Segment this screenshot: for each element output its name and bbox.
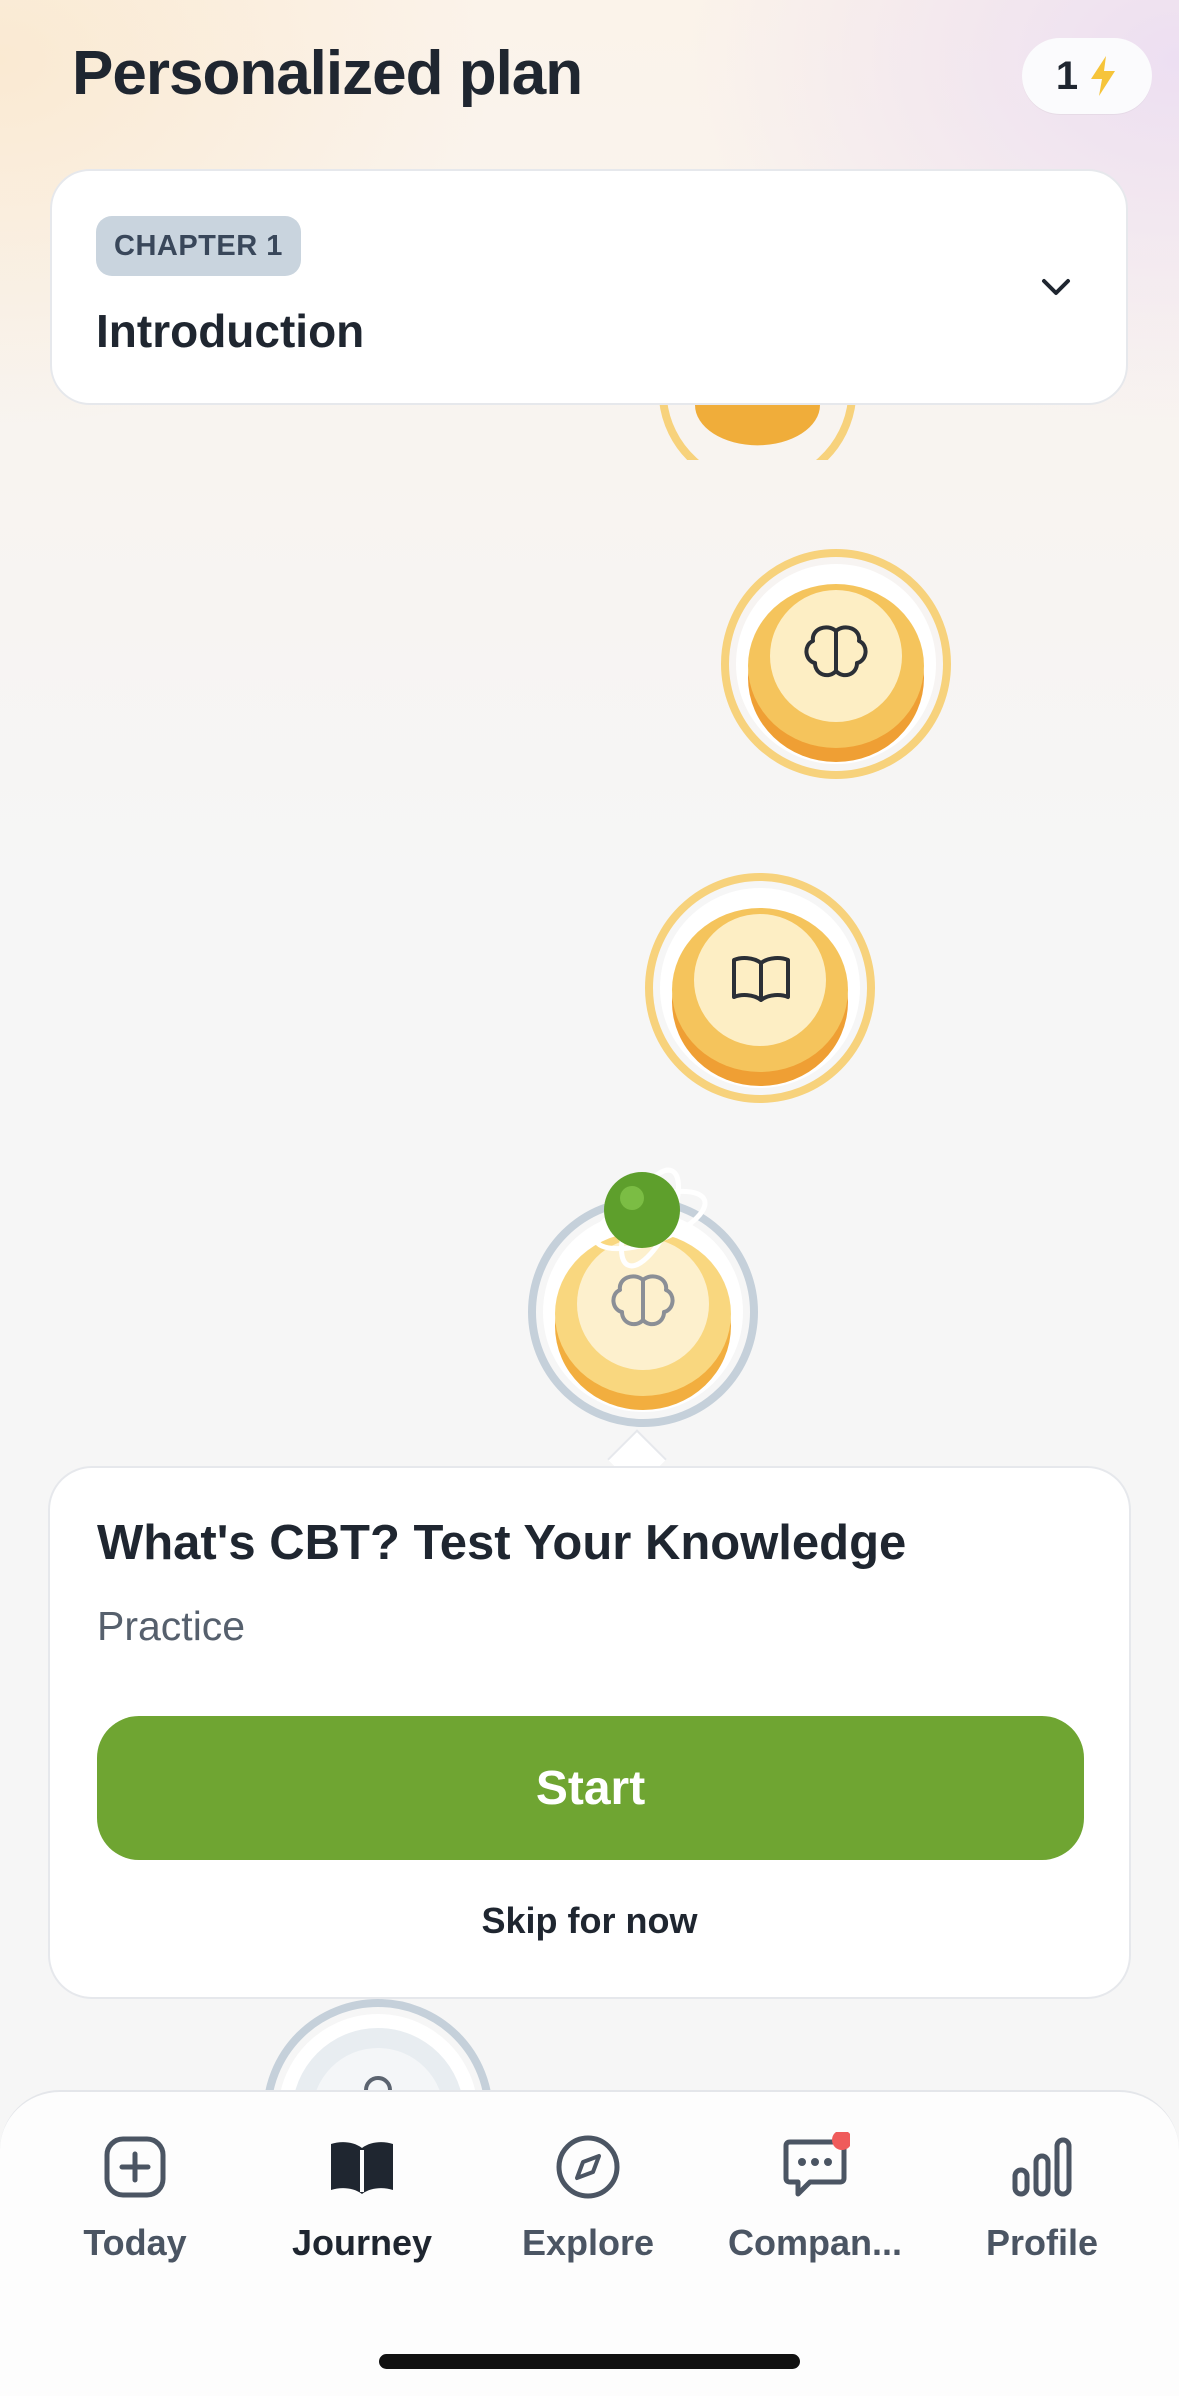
tab-label: Profile [985,2222,1099,2263]
tab-bar: Today Journey Explore Compan... Profile [0,2090,1179,2396]
bar-chart-icon [1012,2137,1072,2197]
skip-button[interactable]: Skip for now [50,1900,1129,1942]
streak-counter[interactable]: 1 [1022,38,1152,114]
book-open-icon [732,956,790,1002]
tab-companion[interactable]: Compan... [700,2132,930,2282]
home-indicator [379,2354,800,2369]
chevron-down-icon[interactable] [1036,267,1076,307]
chat-bubble-icon [783,2132,850,2197]
chapter-badge: CHAPTER 1 [96,216,301,276]
lesson-popup: What's CBT? Test Your Knowledge Practice… [48,1466,1131,1999]
mascot-avatar [592,1167,708,1269]
tab-explore[interactable]: Explore [473,2132,703,2282]
chapter-card[interactable]: CHAPTER 1 Introduction [50,169,1128,405]
tab-label: Journey [291,2222,433,2263]
compass-icon [556,2135,620,2199]
chapter-title: Introduction [96,305,365,357]
tab-label: Compan... [727,2222,902,2263]
streak-count: 1 [1055,53,1079,98]
start-button[interactable]: Start [97,1716,1084,1860]
tab-label: Explore [521,2222,655,2263]
path-node-locked[interactable] [262,1998,494,2098]
book-open-icon [331,2142,393,2194]
tab-today[interactable]: Today [20,2132,250,2282]
tab-journey[interactable]: Journey [247,2132,477,2282]
lightning-bolt-icon [1091,56,1116,96]
brain-icon [804,625,868,678]
brain-icon-current [611,1274,675,1327]
lesson-title: What's CBT? Test Your Knowledge [97,1516,907,1570]
notification-dot [832,2132,850,2150]
tab-label: Today [83,2222,187,2263]
tab-profile[interactable]: Profile [927,2132,1157,2282]
plus-square-icon [104,2136,166,2198]
page-title: Personalized plan [72,39,583,108]
lesson-type: Practice [97,1603,246,1649]
